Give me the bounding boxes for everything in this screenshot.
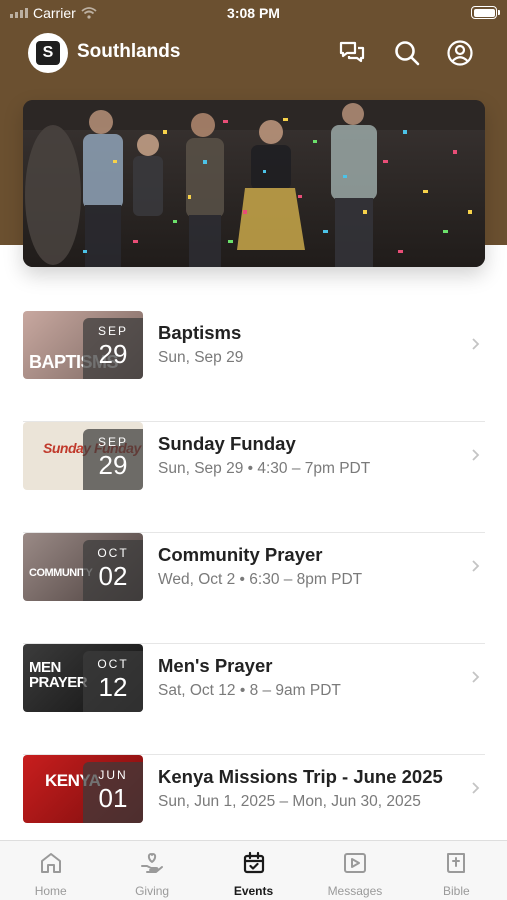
profile-icon[interactable] [445,38,475,68]
status-bar: Carrier 3:08 PM [0,0,507,28]
date-day: 12 [98,672,128,702]
thumbnail-text: MEN PRAYER [29,659,88,691]
app-title: Southlands [77,41,181,62]
chevron-right-icon [472,449,480,461]
event-title: Baptisms [158,322,242,343]
giving-icon [141,853,164,873]
event-date: Sun, Jun 1, 2025 – Mon, Jun 30, 2025 [158,793,421,810]
event-title: Kenya Missions Trip - June 2025 [158,766,443,787]
date-day: 29 [98,339,128,369]
event-thumbnail: KENYA JUN 01 [23,755,143,823]
event-row-community-prayer[interactable]: COMMUNITY OCT 02 Community Prayer Wed, O… [23,533,485,644]
event-thumbnail: COMMUNITY OCT 02 [23,533,143,601]
event-title: Sunday Funday [158,433,296,454]
logo-letter: S [36,41,60,65]
calendar-icon [243,851,264,874]
tab-label: Events [233,884,274,898]
event-title: Community Prayer [158,544,323,565]
date-month: SEP [97,324,128,338]
search-icon[interactable] [392,38,422,68]
status-time: 3:08 PM [227,5,280,21]
hero-photo [23,100,485,267]
event-thumbnail: BAPTISMS SEP 29 [23,311,143,379]
home-icon [40,853,61,873]
chat-icon[interactable] [337,38,367,68]
event-date: Sun, Sep 29 • 4:30 – 7pm PDT [158,460,371,477]
tab-label: Home [34,884,67,898]
battery-icon [471,6,500,19]
app-bar: S Southlands [0,32,507,74]
date-day: 02 [98,561,128,591]
event-date: Sun, Sep 29 [158,349,244,366]
tab-home[interactable]: Home [0,841,101,900]
date-badge: OCT 12 [83,651,143,712]
chevron-right-icon [472,671,480,683]
event-row-baptisms[interactable]: BAPTISMS SEP 29 Baptisms Sun, Sep 29 [23,311,485,422]
tab-bible[interactable]: Bible [406,841,507,900]
chevron-right-icon [472,782,480,794]
tab-events[interactable]: Events [203,841,304,900]
event-date: Sat, Oct 12 • 8 – 9am PDT [158,682,341,699]
event-row-mens-prayer[interactable]: MEN PRAYER OCT 12 Men's Prayer Sat, Oct … [23,644,485,755]
tab-giving[interactable]: Giving [101,841,202,900]
event-thumbnail: Sunday Funday SEP 29 [23,422,143,490]
tab-label: Giving [135,884,170,898]
date-badge: OCT 02 [83,540,143,601]
tab-label: Bible [442,884,470,898]
event-row-sunday-funday[interactable]: Sunday Funday SEP 29 Sunday Funday Sun, … [23,422,485,533]
event-date: Wed, Oct 2 • 6:30 – 8pm PDT [158,571,363,588]
event-title: Men's Prayer [158,655,273,676]
tab-label: Messages [327,884,383,898]
bible-icon [447,853,466,873]
date-month: OCT [97,657,129,671]
church-logo[interactable]: S [28,33,68,73]
hero-image[interactable] [23,100,485,267]
date-badge: JUN 01 [83,762,143,823]
date-month: SEP [97,435,128,449]
date-badge: SEP 29 [83,429,143,490]
date-day: 29 [98,450,128,480]
date-day: 01 [98,783,128,813]
chevron-right-icon [472,338,480,350]
date-month: JUN [98,768,128,782]
date-month: OCT [97,546,129,560]
tab-messages[interactable]: Messages [304,841,405,900]
event-thumbnail: MEN PRAYER OCT 12 [23,644,143,712]
play-icon [343,853,366,873]
events-list: BAPTISMS SEP 29 Baptisms Sun, Sep 29 Sun… [23,311,485,866]
chevron-right-icon [472,560,480,572]
tab-bar: Home Giving Events Messages Bible [0,840,507,900]
date-badge: SEP 29 [83,318,143,379]
